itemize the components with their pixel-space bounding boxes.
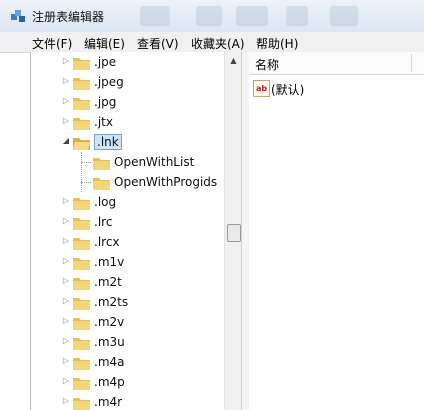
expand-arrow-icon[interactable]: ▷ xyxy=(61,76,71,85)
tree-guide-line xyxy=(81,162,91,163)
tree-node-label: .m4p xyxy=(94,375,125,389)
registry-key-tree[interactable]: ▷ .jpe ▷ .jpeg ▷ .jpg ▷ .jtx ◢ .lnk Open… xyxy=(30,52,243,410)
tree-node-label: .m4r xyxy=(94,395,123,409)
blurred-region xyxy=(196,6,222,26)
blurred-region xyxy=(330,6,358,26)
expand-arrow-icon[interactable]: ▷ xyxy=(61,316,71,325)
tree-node-label: .lrcx xyxy=(94,235,120,249)
expand-arrow-icon[interactable]: ▷ xyxy=(61,236,71,245)
menu-favorites[interactable]: 收藏夹(A) xyxy=(191,35,245,52)
tree-node-label: .lrc xyxy=(94,215,113,229)
open-folder-icon xyxy=(73,138,90,150)
tree-node-label: .m2ts xyxy=(94,295,129,309)
tree-node-label: .m1v xyxy=(94,255,125,269)
blurred-region xyxy=(286,6,308,26)
folder-icon xyxy=(73,318,90,330)
column-divider[interactable] xyxy=(411,54,412,72)
expand-arrow-icon[interactable]: ▷ xyxy=(61,256,71,265)
tree-guide-line xyxy=(81,182,91,183)
scroll-thumb[interactable] xyxy=(227,224,241,242)
tree-guide-line xyxy=(81,152,82,192)
expand-arrow-icon[interactable]: ▷ xyxy=(61,216,71,225)
folder-icon xyxy=(73,198,90,210)
value-name: (默认) xyxy=(271,83,305,97)
folder-icon xyxy=(73,338,90,350)
folder-icon xyxy=(73,298,90,310)
folder-icon xyxy=(73,78,90,90)
collapse-arrow-icon[interactable]: ◢ xyxy=(61,136,71,145)
folder-icon xyxy=(93,178,110,190)
title-bar: 注册表编辑器 xyxy=(0,0,424,33)
expand-arrow-icon[interactable]: ▷ xyxy=(61,56,71,65)
column-header-label: 名称 xyxy=(255,58,280,72)
expand-arrow-icon[interactable]: ▷ xyxy=(61,96,71,105)
folder-icon xyxy=(73,358,90,370)
folder-icon xyxy=(73,218,90,230)
folder-icon xyxy=(73,118,90,130)
tree-node-label: OpenWithProgids xyxy=(114,175,218,189)
expand-arrow-icon[interactable]: ▷ xyxy=(61,356,71,365)
tree-node-label: .jtx xyxy=(94,115,113,129)
expand-arrow-icon[interactable]: ▷ xyxy=(61,376,71,385)
folder-icon xyxy=(73,378,90,390)
folder-icon xyxy=(93,158,110,170)
menu-edit[interactable]: 编辑(E) xyxy=(84,35,125,52)
menu-view[interactable]: 查看(V) xyxy=(137,35,179,52)
registry-editor-icon xyxy=(11,10,25,22)
tree-node-label: .m2t xyxy=(94,275,122,289)
folder-icon xyxy=(73,238,90,250)
string-value-icon: ab xyxy=(253,80,270,97)
blurred-region xyxy=(140,6,170,26)
expand-arrow-icon[interactable]: ▷ xyxy=(61,336,71,345)
tree-node-label: .jpe xyxy=(94,55,117,69)
folder-icon xyxy=(73,98,90,110)
tree-node-label: .m2v xyxy=(94,315,125,329)
tree-node-label: .jpeg xyxy=(94,75,124,89)
tree-node-label: OpenWithList xyxy=(114,155,195,169)
expand-arrow-icon[interactable]: ▷ xyxy=(61,296,71,305)
values-pane[interactable]: 名称 ab (默认) xyxy=(249,52,424,410)
expand-arrow-icon[interactable]: ▷ xyxy=(61,276,71,285)
tree-node-label: .jpg xyxy=(94,95,117,109)
expand-arrow-icon[interactable]: ▷ xyxy=(61,196,71,205)
tree-node-label: .lnk xyxy=(94,134,122,150)
folder-icon xyxy=(73,278,90,290)
expand-arrow-icon[interactable]: ▷ xyxy=(61,116,71,125)
window-title: 注册表编辑器 xyxy=(32,10,105,24)
expand-arrow-icon[interactable]: ▷ xyxy=(61,396,71,405)
tree-node-label: .m4a xyxy=(94,355,125,369)
menu-file[interactable]: 文件(F) xyxy=(32,35,72,52)
column-header-name[interactable]: 名称 xyxy=(249,52,424,75)
blurred-region xyxy=(236,6,268,26)
folder-icon xyxy=(73,58,90,70)
folder-icon xyxy=(73,398,90,410)
tree-node-label: .m3u xyxy=(94,335,125,349)
menu-help[interactable]: 帮助(H) xyxy=(256,35,298,52)
tree-scrollbar[interactable]: ▲ xyxy=(224,52,242,410)
menu-bar: 文件(F) 编辑(E) 查看(V) 收藏夹(A) 帮助(H) xyxy=(0,32,424,53)
folder-icon xyxy=(73,258,90,270)
scroll-up-arrow-icon[interactable]: ▲ xyxy=(225,52,242,69)
tree-node-label: .log xyxy=(94,195,117,209)
